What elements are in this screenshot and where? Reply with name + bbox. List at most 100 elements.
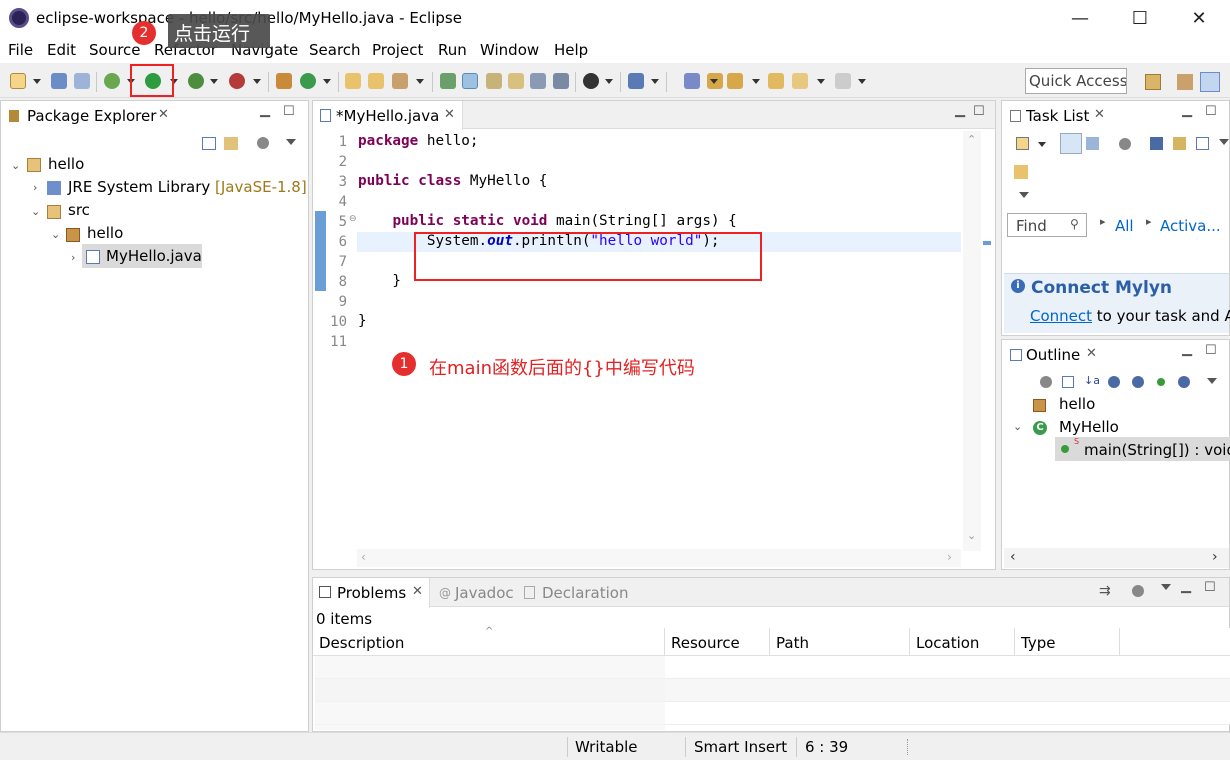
filters-icon[interactable]: ⇉	[1099, 583, 1111, 599]
new-class-icon[interactable]	[300, 73, 316, 89]
filter-all-link[interactable]: All	[1115, 217, 1134, 235]
view-menu-icon[interactable]	[1161, 584, 1171, 590]
menu-search[interactable]: Search	[309, 41, 361, 59]
close-icon[interactable]: ✕	[1086, 346, 1097, 361]
hide-nonpublic-icon[interactable]	[1157, 378, 1165, 386]
chevron-right-icon[interactable]: ›	[33, 181, 37, 194]
horizontal-scrollbar[interactable]	[1004, 548, 1229, 568]
close-icon[interactable]: ✕	[444, 107, 455, 122]
chevron-down-icon[interactable]	[858, 79, 866, 84]
sort-icon[interactable]: ↓a	[1084, 374, 1100, 387]
maximize-button[interactable]: ☐	[1117, 4, 1163, 34]
pin-icon[interactable]	[486, 73, 502, 89]
back-icon[interactable]	[792, 73, 808, 89]
maximize-view-icon[interactable]: ☐	[1205, 343, 1217, 358]
chevron-down-icon[interactable]	[33, 79, 41, 84]
chevron-down-icon[interactable]	[210, 79, 218, 84]
column-resource[interactable]: Resource	[665, 628, 770, 656]
chevron-down-icon[interactable]: ⌄	[51, 228, 60, 241]
outline-package[interactable]: hello	[1059, 395, 1095, 413]
outline-method[interactable]: main(String[]) : void	[1084, 441, 1230, 459]
menu-run[interactable]: Run	[438, 41, 467, 59]
new-icon[interactable]	[10, 73, 26, 89]
paragraph-icon[interactable]	[553, 73, 569, 89]
chevron-right-icon[interactable]: ›	[71, 251, 75, 264]
menu-source[interactable]: Source	[89, 41, 141, 59]
tree-src[interactable]: src	[68, 201, 90, 219]
search-icon[interactable]: ⚲	[1070, 217, 1079, 231]
maximize-view-icon[interactable]: ☐	[973, 104, 985, 119]
minimize-view-icon[interactable]: ▁	[1182, 103, 1192, 118]
chevron-down-icon[interactable]	[817, 79, 825, 84]
prev-annotation-icon[interactable]	[727, 73, 743, 89]
hide-completed-icon[interactable]	[1150, 137, 1163, 150]
profile-icon[interactable]	[583, 73, 599, 89]
external-tools-icon[interactable]	[229, 73, 245, 89]
chevron-down-icon[interactable]	[710, 79, 718, 84]
synchronize-icon[interactable]	[1014, 165, 1028, 179]
menu-edit[interactable]: Edit	[47, 41, 76, 59]
collapse-all-icon[interactable]	[1062, 376, 1074, 388]
mark-occurrences-icon[interactable]	[462, 73, 478, 89]
menu-help[interactable]: Help	[554, 41, 588, 59]
outline-class[interactable]: MyHello	[1059, 418, 1119, 436]
minimize-view-icon[interactable]: ▁	[260, 103, 270, 118]
code-line-3[interactable]: public class MyHello {	[358, 173, 547, 189]
chevron-down-icon[interactable]	[1019, 192, 1029, 198]
fold-icon[interactable]: ⊖	[349, 214, 357, 224]
scroll-right-icon[interactable]: ›	[1212, 549, 1218, 565]
chevron-down-icon[interactable]: ⌄	[11, 159, 20, 172]
skip-breakpoints-icon[interactable]	[684, 73, 700, 89]
focus-icon[interactable]	[1040, 376, 1052, 388]
show-whitespace-icon[interactable]	[530, 73, 546, 89]
link-editor-icon[interactable]	[224, 137, 238, 150]
close-icon[interactable]: ✕	[158, 107, 169, 122]
hide-static-icon[interactable]	[1132, 376, 1144, 388]
tab-task-list[interactable]: Task List	[1026, 107, 1089, 125]
debug-icon[interactable]	[104, 73, 120, 89]
quick-access-field[interactable]: Quick Access	[1025, 68, 1127, 94]
chevron-down-icon[interactable]	[752, 79, 760, 84]
column-path[interactable]: Path	[770, 628, 910, 656]
java-ee-perspective-icon[interactable]	[1177, 74, 1193, 90]
view-menu-icon[interactable]	[286, 139, 296, 145]
java-perspective-icon[interactable]	[1200, 72, 1220, 92]
collapse-all-icon[interactable]	[202, 137, 216, 150]
forward-icon[interactable]	[835, 73, 851, 89]
focus-icon[interactable]	[1132, 585, 1144, 597]
tab-javadoc[interactable]: Javadoc	[455, 584, 514, 602]
scroll-left-icon[interactable]: ‹	[1010, 549, 1016, 565]
scheduled-icon[interactable]	[1086, 137, 1099, 150]
tree-file-myhello[interactable]: MyHello.java	[106, 247, 202, 265]
scroll-up-icon[interactable]: ⌃	[967, 133, 976, 146]
collapse-icon[interactable]	[1173, 137, 1186, 150]
column-location[interactable]: Location	[910, 628, 1015, 656]
menu-file[interactable]: File	[8, 41, 33, 59]
last-edit-icon[interactable]	[768, 73, 784, 89]
close-button[interactable]: ✕	[1176, 4, 1222, 34]
tab-package-explorer[interactable]: Package Explorer	[27, 107, 156, 125]
tree-jre-library[interactable]: JRE System Library [JavaSE-1.8]	[68, 178, 307, 196]
save-icon[interactable]	[51, 73, 67, 89]
scroll-down-icon[interactable]: ⌄	[967, 529, 976, 542]
maximize-view-icon[interactable]: ☐	[1205, 104, 1217, 119]
scroll-right-icon[interactable]: ›	[947, 550, 952, 564]
focus-icon[interactable]	[1119, 138, 1131, 150]
tab-declaration[interactable]: Declaration	[542, 584, 628, 602]
run-coverage-icon[interactable]	[188, 73, 204, 89]
tree-project-hello[interactable]: hello	[48, 155, 84, 173]
open-type-icon[interactable]	[345, 73, 361, 89]
open-folder-icon[interactable]	[368, 73, 384, 89]
scroll-left-icon[interactable]: ‹	[361, 550, 366, 564]
minimize-button[interactable]: —	[1057, 4, 1103, 34]
chevron-down-icon[interactable]	[605, 79, 613, 84]
chevron-down-icon[interactable]	[1038, 142, 1046, 147]
categorized-icon[interactable]	[1060, 133, 1082, 154]
focus-icon[interactable]	[257, 137, 269, 149]
tree-package-hello[interactable]: hello	[87, 224, 123, 242]
horizontal-scrollbar[interactable]	[357, 549, 961, 567]
minimize-view-icon[interactable]: ▁	[1181, 579, 1191, 594]
save-all-icon[interactable]	[74, 73, 90, 89]
hide-local-types-icon[interactable]	[1178, 376, 1190, 388]
open-perspective-icon[interactable]	[1145, 74, 1161, 90]
